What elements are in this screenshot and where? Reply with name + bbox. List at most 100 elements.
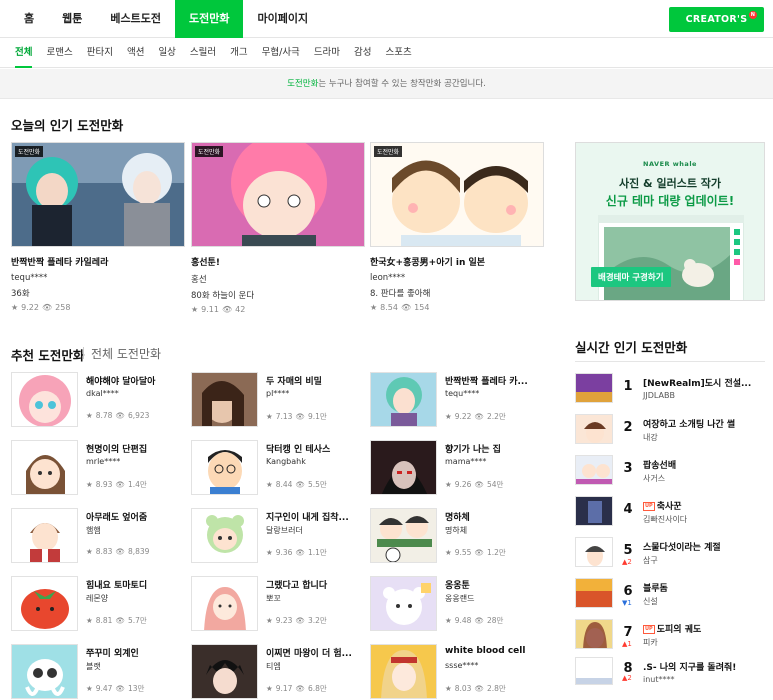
recommend-thumbnail[interactable] xyxy=(191,372,258,427)
popular-title[interactable]: 한국女+홍콩男+아기 in 일본 xyxy=(370,255,544,268)
genre-tab-daily[interactable]: 일상 xyxy=(151,38,182,68)
popular-card[interactable]: 도전만화 한국女+홍콩男+아기 in 일본 leon**** 8. 판다를 좋아… xyxy=(370,142,544,312)
popular-card[interactable]: 도전만화 홍선툰! 홍선 80화 하늘이 운다 ★ 9.11 👁 42 xyxy=(191,142,365,314)
ranking-item[interactable]: 6 ▼1 블루돔 신설 xyxy=(575,578,765,610)
recommend-thumbnail[interactable] xyxy=(370,644,437,699)
ranking-item[interactable]: 8 ▲2 .S- 나의 지구를 돌려줘! inut**** xyxy=(575,657,765,689)
recommend-item[interactable]: 힘내요 토마토디 레몬양 ★ 8.81 👁 5.7만 xyxy=(11,576,186,631)
ranking-item[interactable]: 3 팝송선배 사거스 xyxy=(575,455,765,487)
recommend-thumbnail[interactable] xyxy=(370,372,437,427)
ranking-title[interactable]: .S- 나의 지구를 돌려줘! xyxy=(643,660,765,673)
recommend-title[interactable]: 닥터캥 인 테사스 xyxy=(266,442,366,455)
recommend-title[interactable]: 그랬다고 합니다 xyxy=(266,578,366,591)
recommend-thumbnail[interactable] xyxy=(370,576,437,631)
recommend-title[interactable]: 향기가 나는 집 xyxy=(445,442,545,455)
recommend-thumbnail[interactable] xyxy=(191,440,258,495)
recommend-thumbnail[interactable] xyxy=(191,576,258,631)
ranking-thumbnail[interactable] xyxy=(575,455,613,485)
genre-tab-martial[interactable]: 무협/사극 xyxy=(255,38,307,68)
popular-thumbnail[interactable]: 도전만화 xyxy=(11,142,185,247)
nav-mypage[interactable]: 마이페이지 xyxy=(243,0,322,38)
recommend-item[interactable]: 닥터캥 인 테사스 Kangbahk ★ 8.44 👁 5.5만 xyxy=(191,440,366,495)
recommend-title[interactable]: 쭈꾸미 외계인 xyxy=(86,646,186,659)
recommend-thumbnail[interactable] xyxy=(11,508,78,563)
recommend-title[interactable]: 해야해야 달아달아 xyxy=(86,374,186,387)
popular-title[interactable]: 반짝반짝 플레타 카일레라 xyxy=(11,255,185,268)
ranking-thumbnail[interactable] xyxy=(575,619,613,649)
ranking-title[interactable]: 블루돔 xyxy=(643,581,765,594)
ranking-item[interactable]: 1 [NewRealm]도시 전설... JJDLABB xyxy=(575,373,765,405)
recommend-item[interactable]: 이찌면 마왕이 더 험... 티엠 ★ 9.17 👁 6.8만 xyxy=(191,644,366,699)
genre-tab-drama[interactable]: 드라마 xyxy=(307,38,347,68)
ranking-thumbnail[interactable] xyxy=(575,373,613,403)
nav-best-challenge[interactable]: 베스트도전 xyxy=(96,0,175,38)
recommend-title[interactable]: 힘내요 토마토디 xyxy=(86,578,186,591)
ranking-title[interactable]: 스물다섯이라는 계절 xyxy=(643,540,765,553)
ranking-thumbnail[interactable] xyxy=(575,414,613,444)
ranking-thumbnail[interactable] xyxy=(575,657,613,685)
ranking-item[interactable]: 5 ▲2 스물다섯이라는 계절 삼구 xyxy=(575,537,765,569)
recommend-thumbnail[interactable] xyxy=(11,440,78,495)
ranking-title[interactable]: UP 도피의 궤도 xyxy=(643,622,765,635)
recommend-item[interactable]: 그랬다고 합니다 뽀꼬 ★ 9.23 👁 3.2만 xyxy=(191,576,366,631)
recommend-title[interactable]: 반짝반짝 플레타 카... xyxy=(445,374,545,387)
genre-tab-emotion[interactable]: 감성 xyxy=(347,38,378,68)
recommend-item[interactable]: 두 자매의 비밀 pl**** ★ 7.13 👁 9.1만 xyxy=(191,372,366,427)
genre-tab-comedy[interactable]: 개그 xyxy=(223,38,254,68)
recommend-item[interactable]: 향기가 나는 집 mama**** ★ 9.26 👁 54만 xyxy=(370,440,545,495)
ranking-item[interactable]: 4 UP 축사꾼 김빠진사이다 xyxy=(575,496,765,528)
genre-tab-thriller[interactable]: 스릴러 xyxy=(183,38,223,68)
recommend-item[interactable]: 아무래도 엎어줌 햄햄 ★ 8.83 👁 8,839 xyxy=(11,508,186,563)
ranking-title[interactable]: [NewRealm]도시 전설... xyxy=(643,376,765,389)
recommend-title[interactable]: 지구인이 내게 집착... xyxy=(266,510,366,523)
popular-title[interactable]: 홍선툰! xyxy=(191,255,365,268)
recommend-thumbnail[interactable] xyxy=(370,440,437,495)
recommend-item[interactable]: 쭈꾸미 외계인 블랫 ★ 9.47 👁 13만 xyxy=(11,644,186,699)
popular-card[interactable]: 도전만화 반짝반짝 플레타 카일레라 tequ**** 36화 ★ 9.22 👁 2… xyxy=(11,142,185,312)
ranking-thumbnail[interactable] xyxy=(575,537,613,567)
recommend-thumbnail[interactable] xyxy=(11,576,78,631)
genre-tab-action[interactable]: 액션 xyxy=(120,38,151,68)
recommend-thumbnail[interactable] xyxy=(191,644,258,699)
ranking-thumbnail[interactable] xyxy=(575,496,613,526)
ad-cta-button[interactable]: 배경테마 구경하기 xyxy=(591,267,671,287)
recommend-item[interactable]: 지구인이 내게 집착... 달랑브러더 ★ 9.36 👁 1.1만 xyxy=(191,508,366,563)
genre-tab-all[interactable]: 전체 xyxy=(8,38,39,68)
ranking-thumbnail[interactable] xyxy=(575,578,613,608)
recommend-title[interactable]: 옹옹툰 xyxy=(445,578,545,591)
whale-ad-banner[interactable]: NAVER whale 사진 & 일러스트 작가 신규 테마 대량 업데이트! … xyxy=(575,142,765,301)
notice-highlight[interactable]: 도전만화 xyxy=(287,79,318,89)
ranking-title[interactable]: UP 축사꾼 xyxy=(643,499,765,512)
genre-tab-sports[interactable]: 스포츠 xyxy=(379,38,419,68)
recommend-item[interactable]: 현명이의 단편집 mrle**** ★ 8.93 👁 1.4만 xyxy=(11,440,186,495)
ranking-item[interactable]: 2 여장하고 소개팅 나간 썰 내강 xyxy=(575,414,765,446)
ranking-title[interactable]: 여장하고 소개팅 나간 썰 xyxy=(643,417,765,430)
genre-tab-romance[interactable]: 로맨스 xyxy=(39,38,79,68)
ranking-title[interactable]: 팝송선배 xyxy=(643,458,765,471)
nav-challenge[interactable]: 도전만화 xyxy=(174,0,244,38)
recommend-title[interactable]: 아무래도 엎어줌 xyxy=(86,510,186,523)
recommend-title[interactable]: 명하체 xyxy=(445,510,545,523)
recommend-thumbnail[interactable] xyxy=(191,508,258,563)
recommend-item[interactable]: 반짝반짝 플레타 카... tequ**** ★ 9.22 👁 2.2만 xyxy=(370,372,545,427)
all-challenge-link[interactable]: 전체 도전만화 xyxy=(91,345,161,362)
popular-thumbnail[interactable]: 도전만화 xyxy=(370,142,544,247)
recommend-item[interactable]: 명하체 명하체 ★ 9.55 👁 1.2만 xyxy=(370,508,545,563)
recommend-title[interactable]: 이찌면 마왕이 더 험... xyxy=(266,646,366,659)
popular-thumbnail[interactable]: 도전만화 xyxy=(191,142,365,247)
recommend-item[interactable]: white blood cell ssse**** ★ 8.03 👁 2.8만 xyxy=(370,644,545,699)
recommend-thumbnail[interactable] xyxy=(11,644,78,699)
recommend-thumbnail[interactable] xyxy=(11,372,78,427)
recommend-title[interactable]: white blood cell xyxy=(445,646,545,656)
nav-home[interactable]: 홈 xyxy=(10,0,48,38)
recommend-title[interactable]: 현명이의 단편집 xyxy=(86,442,186,455)
creators-button[interactable]: CREATOR'S N xyxy=(669,7,764,32)
recommend-item[interactable]: 옹옹툰 옹옹랜드 ★ 9.48 👁 28만 xyxy=(370,576,545,631)
genre-tab-fantasy[interactable]: 판타지 xyxy=(80,38,120,68)
ranking-item[interactable]: 7 ▲1 UP 도피의 궤도 피카 xyxy=(575,619,765,651)
nav-webtoon[interactable]: 웹툰 xyxy=(48,0,96,38)
recommend-thumbnail[interactable] xyxy=(370,508,437,563)
recommend-item[interactable]: 해야해야 달아달아 dkal**** ★ 8.78 👁 6,923 xyxy=(11,372,186,427)
recommend-title[interactable]: 두 자매의 비밀 xyxy=(266,374,366,387)
recommend-author: Kangbahk xyxy=(266,457,306,466)
